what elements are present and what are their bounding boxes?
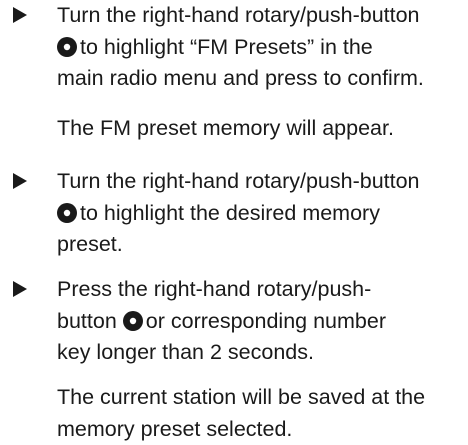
- step-2-line-2-text: to highlight the desired memory: [80, 201, 380, 225]
- step-1-line-2: to highlight “FM Presets” in the: [57, 32, 467, 64]
- step-3-line-2: button or corresponding number: [57, 306, 467, 338]
- step-3-line-3: key longer than 2 seconds.: [57, 337, 467, 369]
- triangle-right-icon: [13, 7, 27, 23]
- step-3-text: Press the right-hand rotary/push- button…: [57, 274, 467, 369]
- step-3-line-2a: button: [57, 309, 117, 333]
- step-3-result-line-2: memory preset selected.: [57, 414, 467, 445]
- rotary-push-button-icon: [57, 37, 77, 57]
- step-3-line-1: Press the right-hand rotary/push-: [57, 274, 467, 306]
- step-1-line-2-text: to highlight “FM Presets” in the: [80, 35, 373, 59]
- step-2-text: Turn the right-hand rotary/push-button t…: [57, 166, 467, 261]
- step-1-result: The FM preset memory will appear.: [57, 113, 467, 145]
- step-1-text: Turn the right-hand rotary/push-button t…: [57, 0, 467, 95]
- instructions-page: Turn the right-hand rotary/push-button t…: [0, 0, 468, 437]
- step-3-result: The current station will be saved at the…: [57, 382, 467, 445]
- step-2-line-2: to highlight the desired memory: [57, 198, 467, 230]
- triangle-right-icon: [13, 173, 27, 189]
- rotary-push-button-icon: [123, 311, 143, 331]
- triangle-right-icon: [13, 281, 27, 297]
- step-2-line-1: Turn the right-hand rotary/push-button: [57, 166, 467, 198]
- step-2-line-3: preset.: [57, 229, 467, 261]
- step-1-line-1: Turn the right-hand rotary/push-button: [57, 0, 467, 32]
- rotary-push-button-icon: [57, 203, 77, 223]
- step-3-line-2b: or corresponding number: [146, 309, 386, 333]
- step-3-result-line-1: The current station will be saved at the: [57, 382, 467, 414]
- step-1-line-3: main radio menu and press to confirm.: [57, 63, 467, 95]
